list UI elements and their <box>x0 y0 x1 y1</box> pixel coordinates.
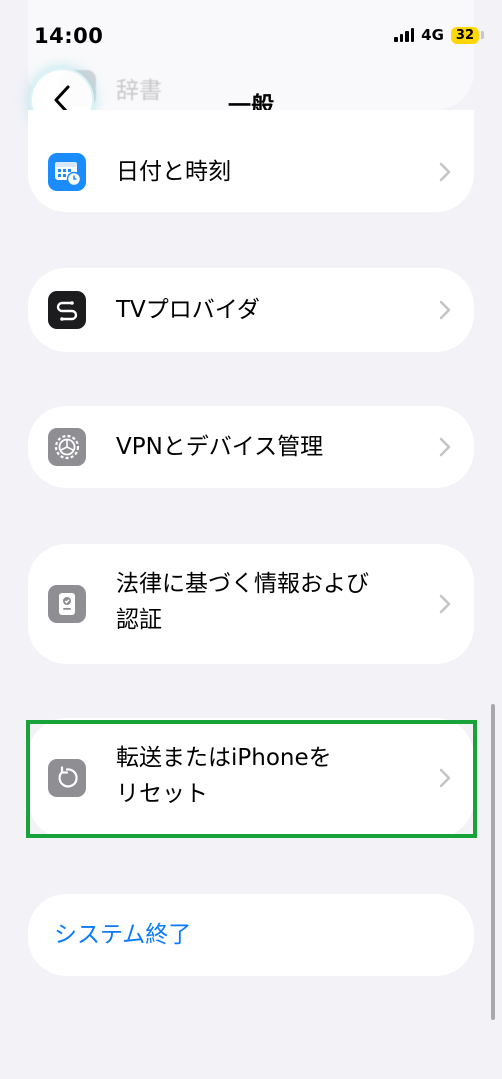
row-label: 法律に基づく情報および 認証 <box>116 566 369 638</box>
chevron-right-icon <box>439 300 451 320</box>
row-label: 転送またはiPhoneを リセット <box>116 740 332 812</box>
document-badge-icon <box>48 585 86 623</box>
row-label: VPNとデバイス管理 <box>116 434 324 460</box>
row-label: TVプロバイダ <box>116 297 260 323</box>
list-item-vpn[interactable]: VPNとデバイス管理 <box>28 427 474 467</box>
row-label-line2: リセット <box>116 781 208 807</box>
chevron-right-icon <box>439 594 451 614</box>
card-legal: 法律に基づく情報および 認証 <box>28 544 474 664</box>
list-item-reset[interactable]: 転送またはiPhoneを リセット <box>28 738 474 818</box>
card-shutdown: システム終了 <box>28 894 474 976</box>
chevron-right-icon <box>439 162 451 182</box>
battery-icon: 32 <box>450 26 479 44</box>
row-label-line2: 認証 <box>116 607 162 633</box>
row-label: 日付と時刻 <box>116 159 231 185</box>
status-bar: 14:00 4G 32 <box>0 0 502 76</box>
chevron-right-icon <box>439 437 451 457</box>
signal-icon <box>394 28 415 42</box>
status-indicators: 4G 32 <box>394 26 484 44</box>
row-label-line1: 法律に基づく情報および <box>116 571 369 597</box>
gear-icon <box>48 428 86 466</box>
settings-screen: 辞書 14:00 4G 32 一般 日付と時刻 TVプロバイダ VPNとデバイス… <box>0 0 502 1079</box>
network-type: 4G <box>421 26 444 44</box>
card-tvprovider: TVプロバイダ <box>28 268 474 352</box>
chevron-right-icon <box>439 768 451 788</box>
list-item-tvprovider[interactable]: TVプロバイダ <box>28 290 474 330</box>
reset-arrow-icon <box>48 759 86 797</box>
calendar-clock-icon <box>48 153 86 191</box>
tv-provider-icon <box>48 291 86 329</box>
card-vpn: VPNとデバイス管理 <box>28 406 474 488</box>
status-time: 14:00 <box>34 24 104 48</box>
list-item-legal[interactable]: 法律に基づく情報および 認証 <box>28 564 474 644</box>
row-label-line1: 転送またはiPhoneを <box>116 745 332 771</box>
shutdown-label: システム終了 <box>54 922 192 948</box>
card-reset: 転送またはiPhoneを リセット <box>28 718 474 838</box>
battery-tip <box>481 31 484 39</box>
card-datetime: 日付と時刻 <box>28 110 474 212</box>
scrollbar[interactable] <box>491 704 495 1020</box>
list-item-datetime[interactable]: 日付と時刻 <box>28 152 474 192</box>
shutdown-button[interactable]: システム終了 <box>28 915 474 955</box>
